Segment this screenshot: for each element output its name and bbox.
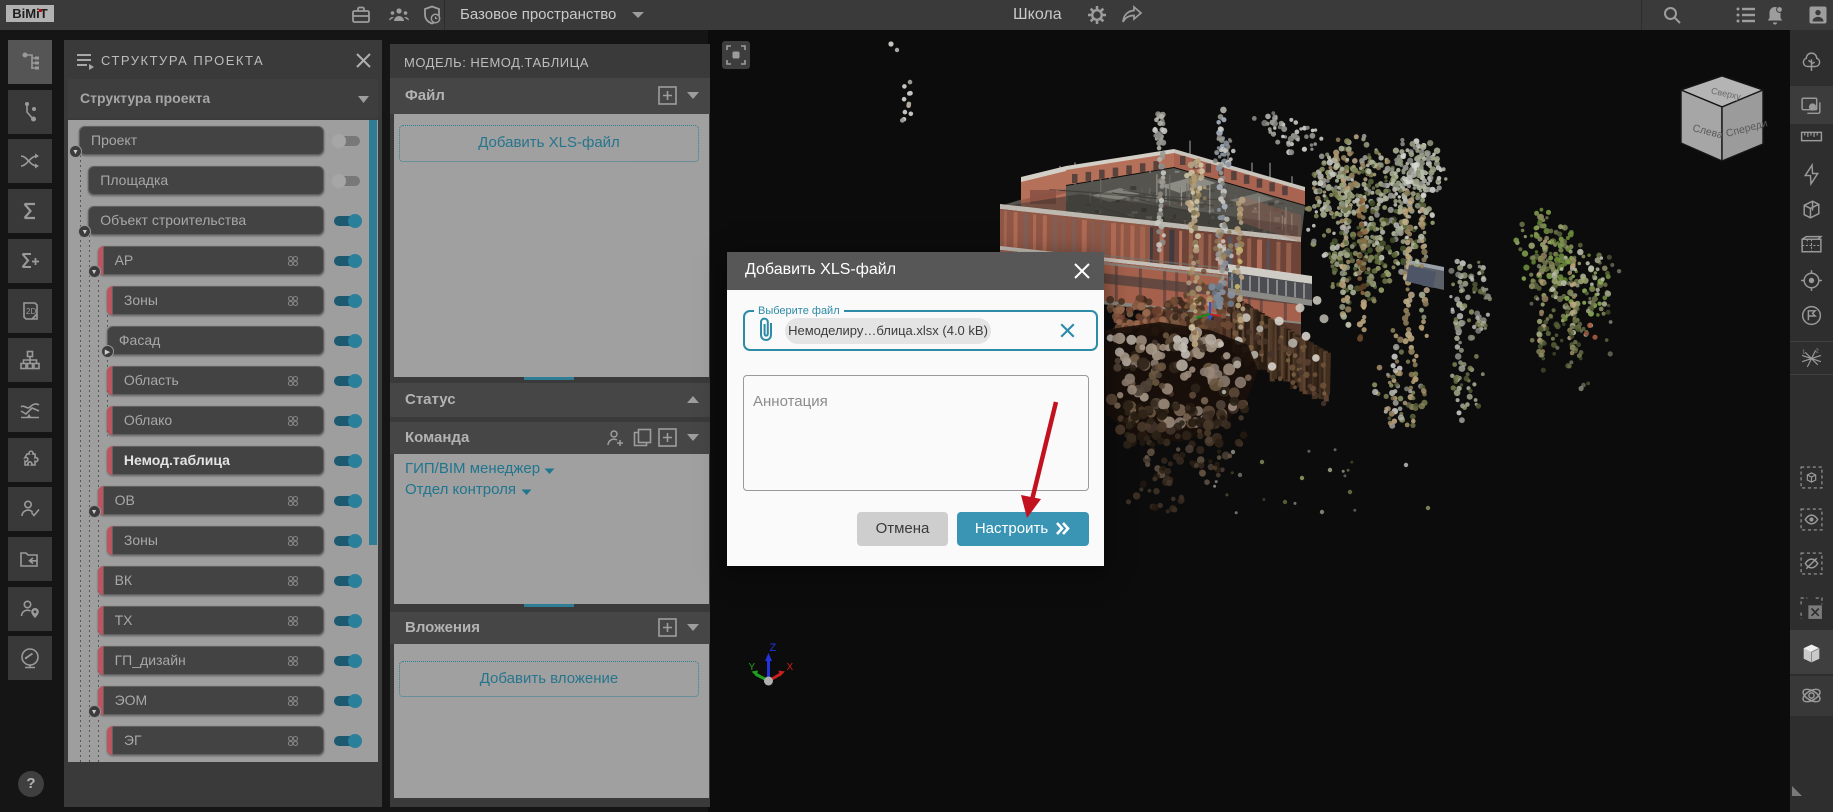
svg-text:2D: 2D (26, 307, 36, 316)
svg-text:1: 1 (1802, 349, 1805, 355)
svg-text:X: X (787, 662, 794, 673)
svg-text:Y: Y (749, 662, 756, 673)
svg-text:Z: Z (770, 642, 777, 654)
svg-text:2: 2 (1816, 348, 1819, 354)
